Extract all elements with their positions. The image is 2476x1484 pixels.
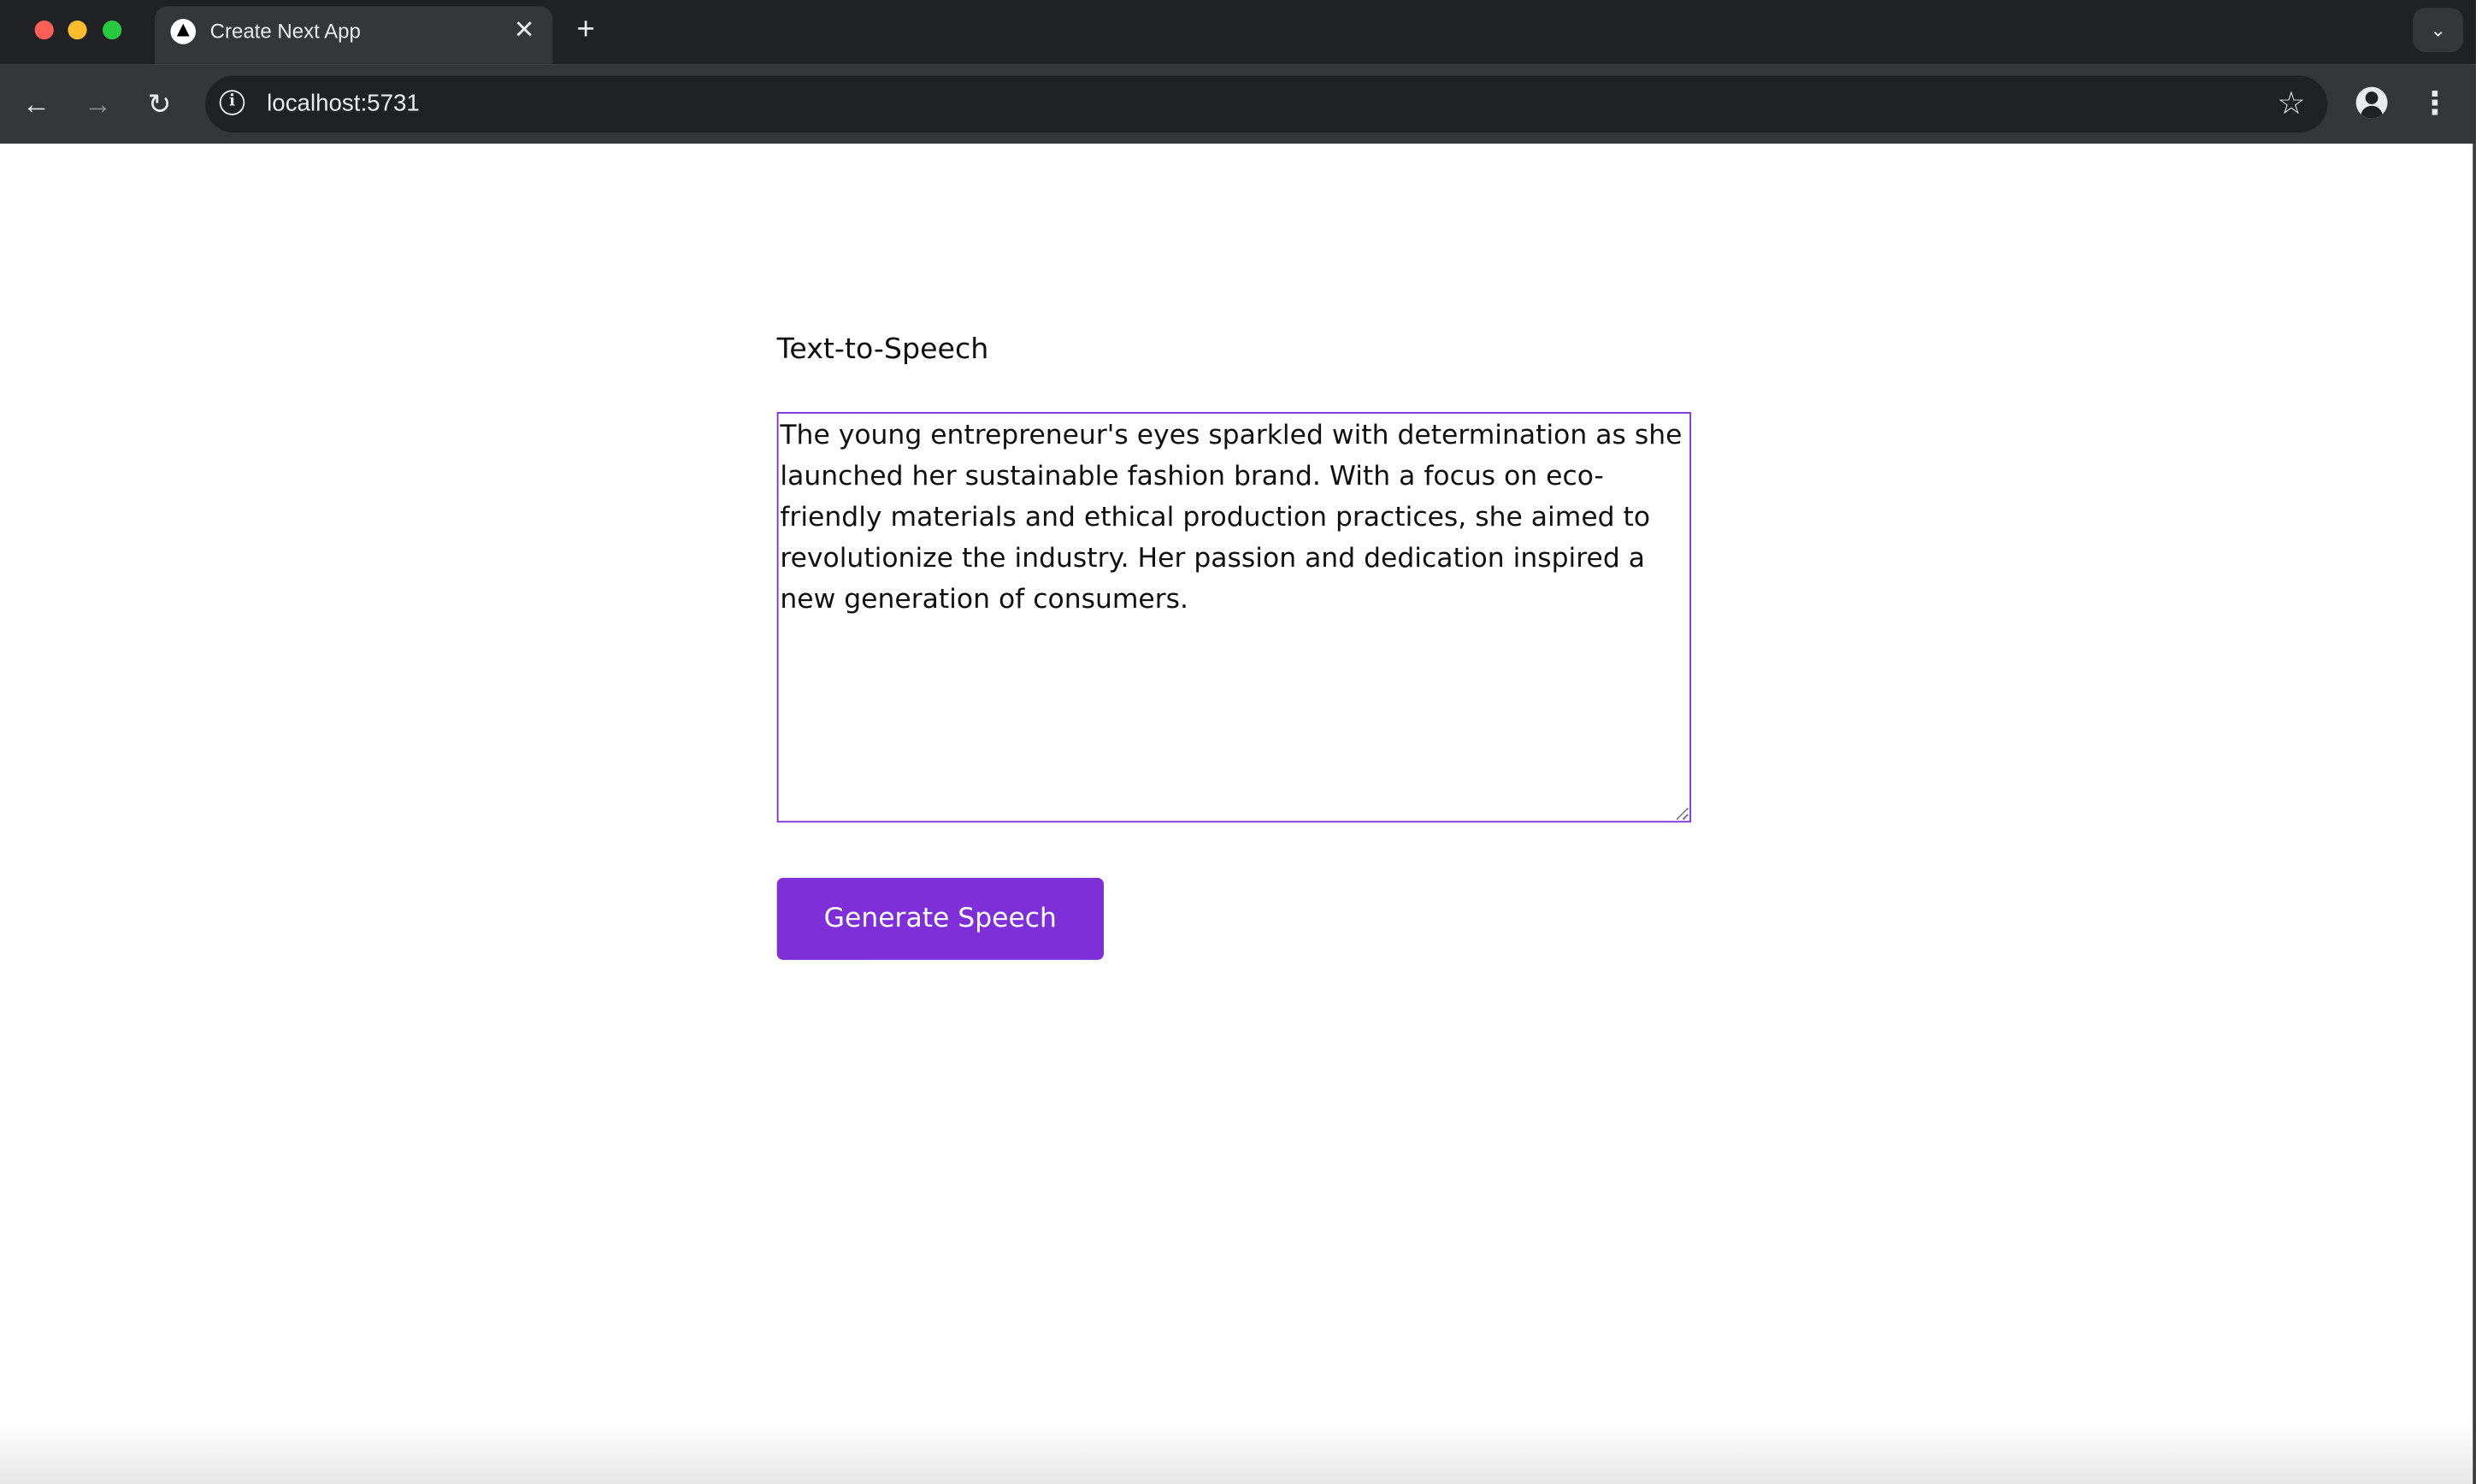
close-icon[interactable]: ✕ — [509, 15, 540, 47]
chevron-down-icon[interactable]: ⌄ — [2413, 8, 2464, 52]
browser-tab-active[interactable]: Create Next App ✕ — [154, 6, 553, 65]
minimize-window-button[interactable] — [68, 21, 87, 40]
arrow-right-icon[interactable]: → — [79, 85, 116, 123]
browser-window: Create Next App ✕ + ⌄ ← → ↻ i localhost:… — [0, 0, 2476, 1484]
window-edge — [2473, 144, 2476, 1484]
browser-toolbar: ← → ↻ i localhost:5731 ☆ ⋮ — [0, 64, 2476, 144]
tab-title: Create Next App — [209, 19, 361, 43]
address-bar[interactable]: i localhost:5731 ☆ — [205, 75, 2328, 133]
url-text[interactable]: localhost:5731 — [267, 90, 420, 116]
generate-speech-button[interactable]: Generate Speech — [776, 877, 1104, 960]
plus-icon[interactable]: + — [570, 11, 602, 49]
info-icon[interactable]: i — [219, 90, 245, 115]
bottom-shadow — [0, 1421, 2473, 1484]
tab-strip: Create Next App ✕ + ⌄ — [0, 0, 2476, 65]
arrow-left-icon[interactable]: ← — [17, 85, 55, 123]
page-title: Text-to-Speech — [776, 333, 989, 367]
account-icon[interactable] — [2355, 86, 2388, 119]
maximize-window-button[interactable] — [103, 21, 122, 40]
close-window-button[interactable] — [34, 21, 54, 40]
nextjs-favicon-icon — [170, 19, 197, 44]
star-icon[interactable]: ☆ — [2277, 85, 2305, 123]
reload-icon[interactable]: ↻ — [140, 85, 178, 123]
kebab-menu-icon[interactable]: ⋮ — [2418, 85, 2453, 123]
speech-text-input[interactable]: The young entrepreneur's eyes sparkled w… — [776, 412, 1692, 823]
